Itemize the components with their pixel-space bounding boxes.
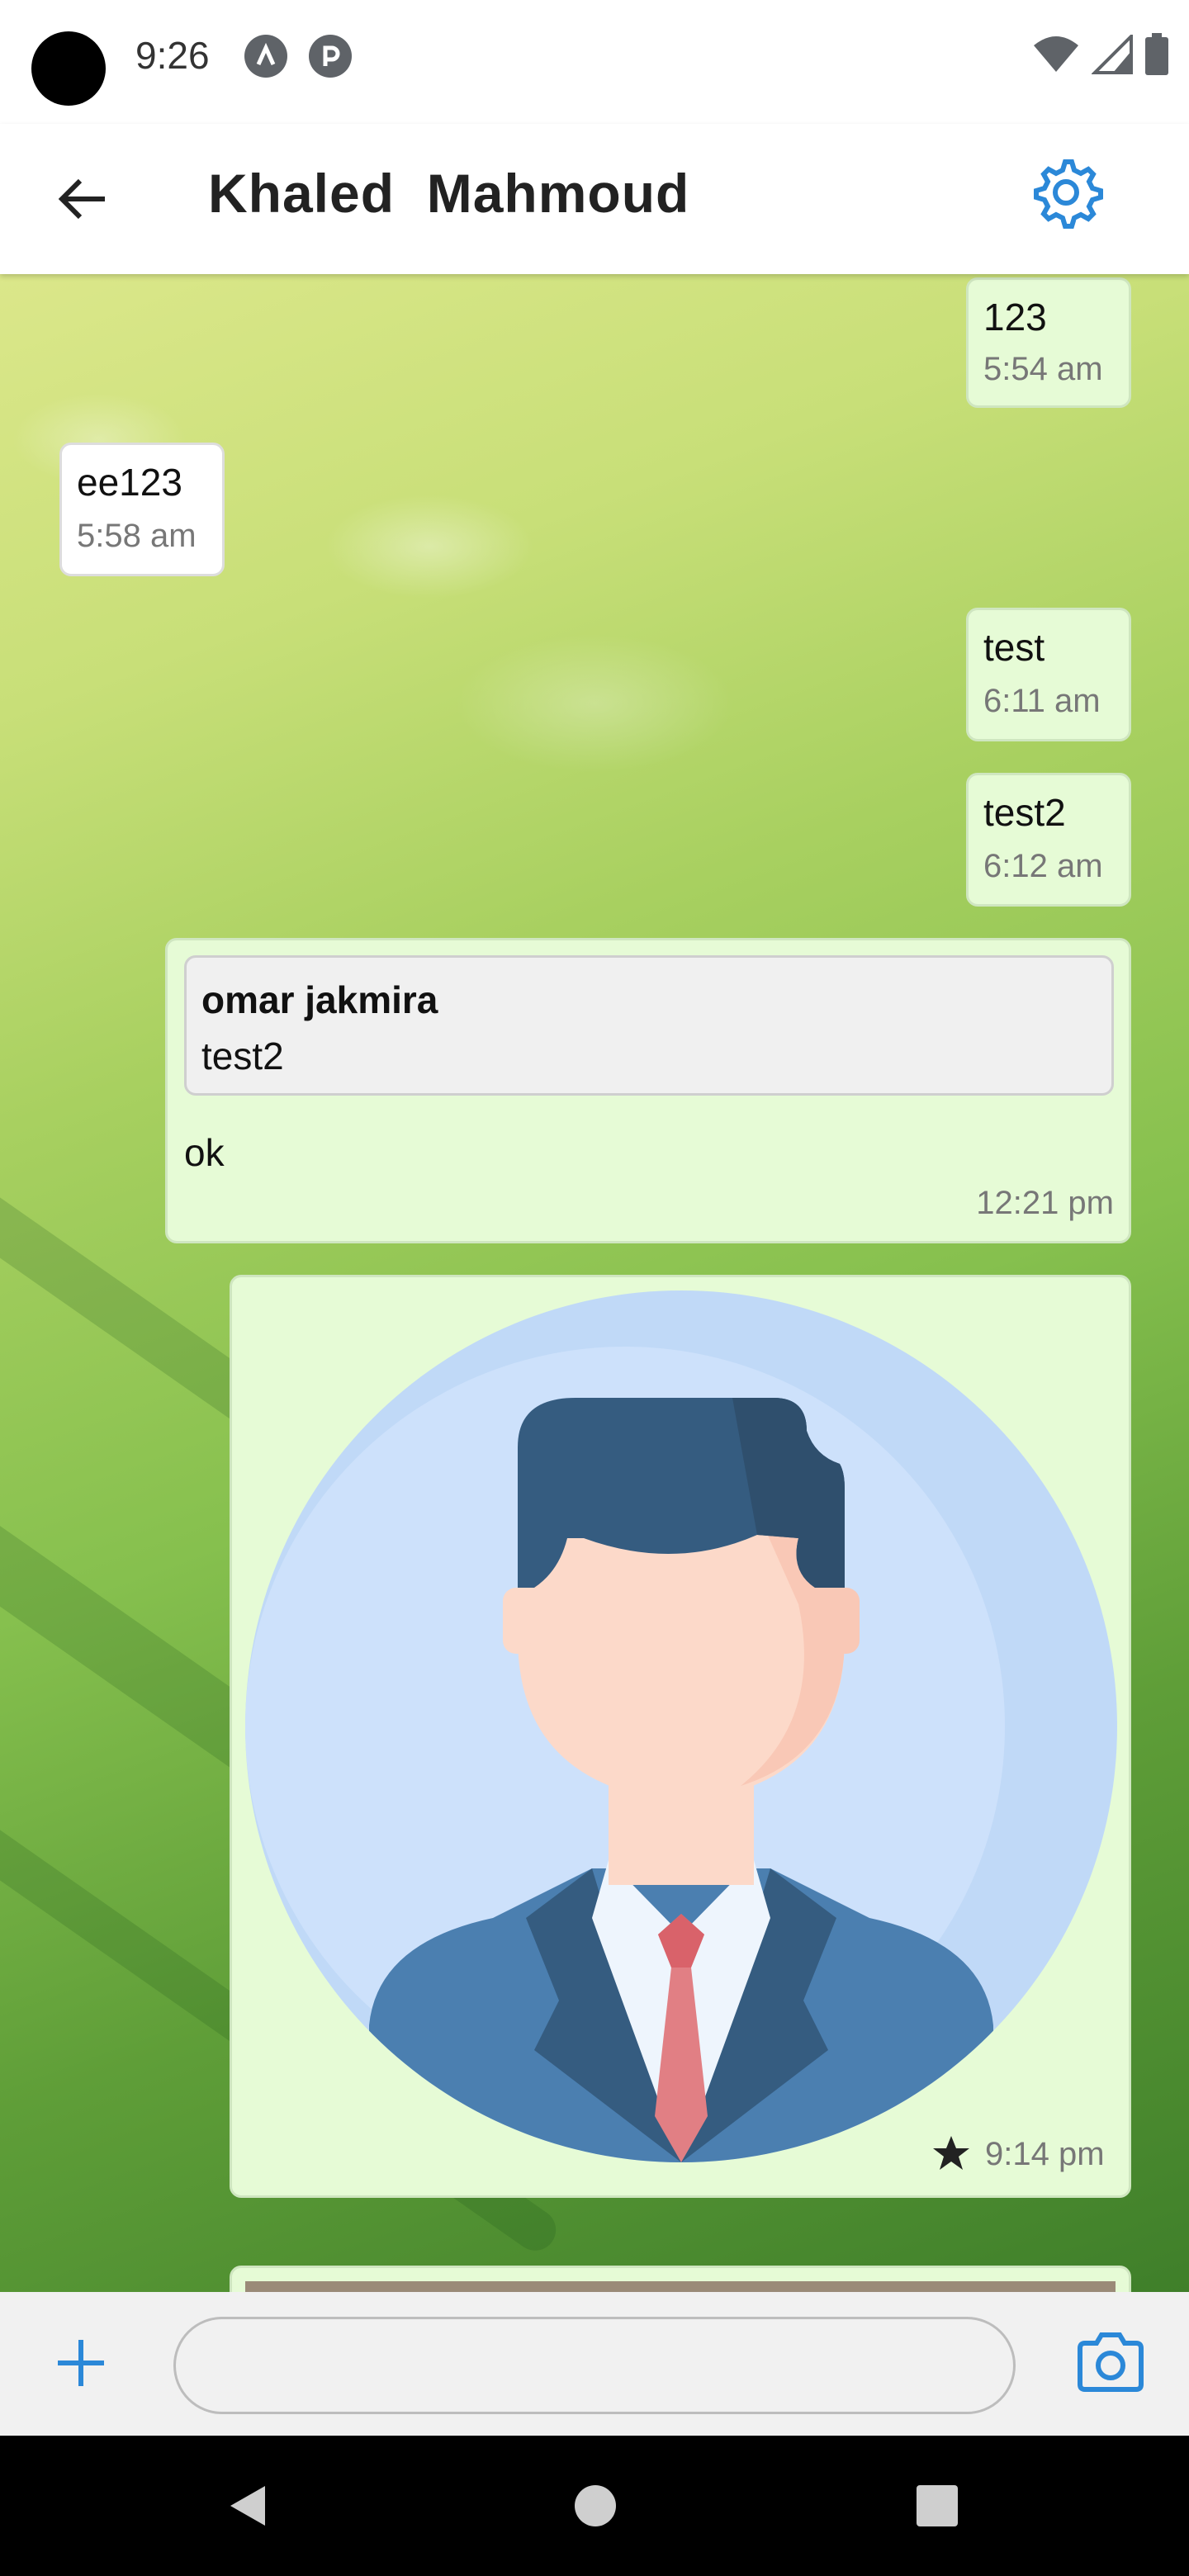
message-bubble-outgoing[interactable]: 123 5:54 am <box>966 277 1131 408</box>
message-bubble-outgoing[interactable]: test2 6:12 am <box>966 773 1131 907</box>
message-time: 5:54 am <box>983 351 1103 387</box>
message-text: test <box>983 626 1045 669</box>
home-circle-icon <box>575 2485 616 2526</box>
message-time: 6:11 am <box>983 683 1101 719</box>
nav-home-button[interactable] <box>558 2469 632 2543</box>
message-time: 9:14 pm <box>985 2136 1105 2172</box>
message-bubble-incoming[interactable]: ee123 5:58 am <box>59 443 225 576</box>
back-button[interactable] <box>45 162 119 236</box>
chat-area[interactable]: 123 5:54 am ee123 5:58 am test 6:11 am t… <box>0 274 1189 2292</box>
message-text: test2 <box>983 791 1066 834</box>
status-time: 9:26 <box>135 34 210 77</box>
camera-button[interactable] <box>1073 2325 1148 2399</box>
plus-icon <box>58 2340 104 2386</box>
message-text: ok <box>184 1131 225 1174</box>
system-nav-bar <box>0 2436 1189 2576</box>
message-input[interactable] <box>173 2317 1016 2414</box>
message-time: 6:12 am <box>983 848 1103 884</box>
settings-button[interactable] <box>1029 155 1103 230</box>
quoted-author: omar jakmira <box>201 978 438 1021</box>
wifi-icon <box>1034 36 1078 72</box>
gear-icon <box>1034 159 1103 229</box>
camera-cutout <box>31 31 106 106</box>
star-icon <box>933 2136 969 2170</box>
back-triangle-icon <box>230 2486 265 2526</box>
status-bar: 9:26 <box>0 0 1189 124</box>
battery-icon <box>1145 33 1168 75</box>
recents-square-icon <box>917 2485 958 2526</box>
app-bar: Khaled Mahmoud <box>0 124 1189 274</box>
nav-back-button[interactable] <box>211 2469 286 2543</box>
input-bar <box>0 2292 1189 2436</box>
message-time: 5:58 am <box>77 518 197 554</box>
person-avatar-illustration[interactable] <box>245 1290 1117 2162</box>
nav-recents-button[interactable] <box>900 2469 974 2543</box>
signal-icon <box>1092 35 1133 74</box>
back-arrow-icon <box>58 178 105 220</box>
p-icon <box>309 35 352 78</box>
message-bubble-image[interactable] <box>230 2266 1131 2292</box>
message-time: 12:21 pm <box>976 1185 1114 1221</box>
image-preview <box>245 2281 1116 2292</box>
quoted-reply[interactable]: omar jakmira test2 <box>184 955 1114 1096</box>
message-bubble-reply[interactable]: omar jakmira test2 ok 12:21 pm <box>165 938 1131 1243</box>
quoted-text: test2 <box>201 1035 284 1077</box>
message-bubble-outgoing[interactable]: test 6:11 am <box>966 608 1131 741</box>
message-bubble-image[interactable]: 9:14 pm <box>230 1275 1131 2198</box>
page-title: Khaled Mahmoud <box>208 163 690 224</box>
camera-icon <box>1078 2332 1144 2392</box>
status-icons <box>1032 31 1169 78</box>
message-text: ee123 <box>77 461 182 504</box>
a-icon <box>244 35 287 78</box>
message-text: 123 <box>983 296 1047 339</box>
attach-button[interactable] <box>46 2328 116 2398</box>
